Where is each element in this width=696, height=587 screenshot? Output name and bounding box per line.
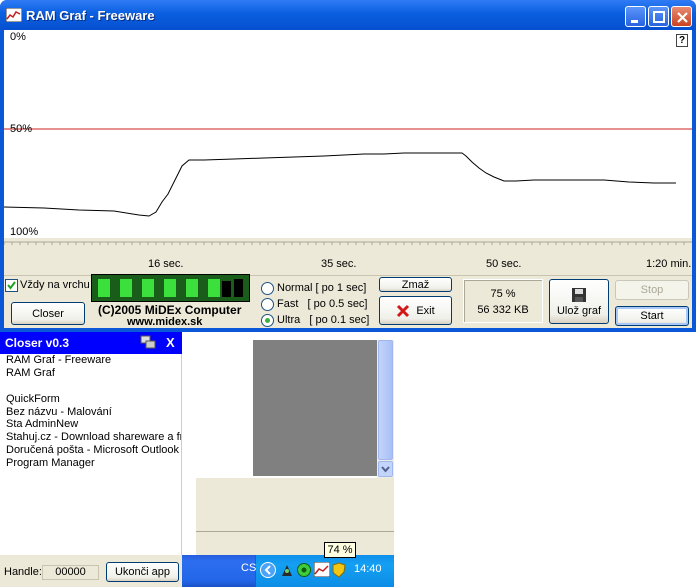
closer-button[interactable]: Closer — [11, 302, 85, 325]
memory-stats-panel: 75 % 56 332 KB — [463, 279, 543, 323]
start-button[interactable]: Start — [615, 306, 689, 326]
ram-graf-title-bar[interactable]: RAM Graf - Freeware — [0, 0, 696, 30]
minimize-button[interactable] — [625, 6, 646, 27]
computers-icon — [140, 335, 156, 349]
clear-button[interactable]: Zmaž — [379, 277, 452, 292]
window-title: RAM Graf - Freeware — [26, 8, 155, 23]
list-item[interactable]: QuickForm — [0, 393, 181, 406]
time-label: 1:20 min. — [646, 258, 692, 270]
list-item[interactable]: Bez názvu - Malování — [0, 406, 181, 419]
speed-ultra-label: Ultra [ po 0.1 sec] — [277, 314, 370, 326]
background-status-bar — [196, 531, 394, 555]
list-item[interactable]: Stahuj.cz - Download shareware a freewar… — [0, 431, 181, 444]
background-panel — [196, 478, 394, 531]
graph-app-icon — [6, 8, 22, 22]
handle-label: Handle: — [4, 566, 42, 578]
speed-normal-radio[interactable] — [261, 282, 274, 295]
list-item[interactable]: RAM Graf - Freeware — [0, 354, 181, 367]
system-tray: CS 14:40 — [241, 555, 394, 587]
closer-window: Closer v0.3 X RAM Graf - Freeware RAM Gr… — [0, 332, 182, 587]
background-window-area — [253, 340, 377, 476]
graph-label-100: 100% — [10, 226, 39, 238]
floppy-disk-icon — [572, 287, 586, 302]
network-icon[interactable] — [280, 562, 294, 578]
chevron-down-icon — [381, 466, 390, 473]
speed-fast-radio[interactable] — [261, 298, 274, 311]
website-text: www.midex.sk — [127, 316, 203, 328]
end-app-button[interactable]: Ukonči app — [106, 562, 179, 582]
list-item[interactable]: Doručená pošta - Microsoft Outlook — [0, 444, 181, 457]
graph-label-0: 0% — [10, 31, 26, 43]
tray-expand-icon[interactable] — [260, 562, 276, 578]
handle-field[interactable]: 00000 — [42, 565, 99, 580]
time-label: 16 sec. — [148, 258, 184, 270]
memory-chip-logo — [91, 274, 250, 302]
copyright-text: (C)2005 MiDEx Computer — [98, 303, 242, 317]
graph-label-50: 50% — [10, 123, 33, 135]
ram-chip-icon — [92, 275, 249, 301]
ram-graf-client: 0% 50% 100% ? 16 sec. 35 sec. 50 sec. 1:… — [4, 30, 692, 328]
exit-button[interactable]: Exit — [379, 296, 452, 325]
list-item[interactable]: Program Manager — [0, 457, 181, 470]
memory-usage-line — [4, 152, 676, 217]
vertical-scrollbar[interactable] — [377, 340, 394, 478]
speed-normal-label: Normal [ po 1 sec] — [277, 282, 367, 294]
minimize-icon — [631, 20, 638, 23]
always-on-top-checkbox[interactable] — [5, 279, 18, 292]
window-list[interactable]: RAM Graf - Freeware RAM Graf QuickForm B… — [0, 354, 182, 555]
closer-title-bar[interactable]: Closer v0.3 X — [0, 332, 182, 354]
ram-graph-tray-icon[interactable] — [314, 562, 330, 577]
close-icon — [677, 12, 688, 23]
save-graph-button[interactable]: Ulož graf — [549, 279, 609, 324]
maximize-button[interactable] — [648, 6, 669, 27]
help-button[interactable]: ? — [676, 34, 688, 47]
always-on-top-label: Vždy na vrchu — [20, 279, 90, 291]
checkmark-icon — [7, 281, 16, 290]
close-button[interactable] — [671, 6, 692, 27]
list-item[interactable]: Sta AdminNew — [0, 418, 181, 431]
green-gear-icon[interactable] — [296, 562, 312, 578]
maximize-icon — [653, 11, 665, 23]
tray-tooltip: 74 % — [324, 542, 356, 558]
memory-graph: 0% 50% 100% ? — [4, 30, 692, 238]
scrollbar-thumb[interactable] — [378, 340, 393, 460]
speed-fast-label: Fast [ po 0.5 sec] — [277, 298, 368, 310]
memory-graph-plot — [4, 128, 692, 217]
closer-close-button[interactable]: X — [166, 335, 175, 350]
red-x-icon — [397, 304, 410, 317]
time-label: 35 sec. — [321, 258, 357, 270]
save-graph-label: Ulož graf — [556, 304, 602, 317]
clock[interactable]: 14:40 — [354, 563, 382, 575]
shield-icon[interactable] — [332, 562, 346, 578]
stop-button[interactable]: Stop — [615, 280, 689, 300]
speed-ultra-radio[interactable] — [261, 314, 274, 327]
list-item[interactable] — [0, 380, 181, 393]
language-indicator[interactable]: CS — [241, 562, 256, 574]
usage-percent: 75 % — [490, 288, 516, 300]
list-item[interactable]: RAM Graf — [0, 367, 181, 380]
time-axis-ticks — [4, 241, 692, 245]
time-axis: 16 sec. 35 sec. 50 sec. 1:20 min. — [4, 238, 692, 276]
ram-graf-window: RAM Graf - Freeware 0% 50% 100% ? 16 sec… — [0, 0, 696, 332]
exit-button-label: Exit — [416, 304, 435, 317]
usage-kb: 56 332 KB — [477, 304, 529, 316]
time-label: 50 sec. — [486, 258, 522, 270]
closer-title: Closer v0.3 — [5, 336, 70, 350]
scroll-down-button[interactable] — [378, 461, 393, 477]
